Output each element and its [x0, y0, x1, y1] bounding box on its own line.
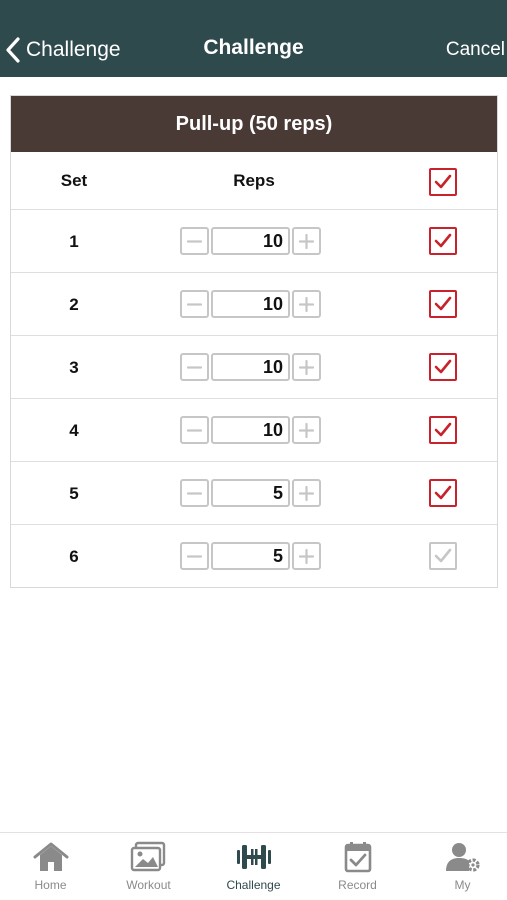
tab-home[interactable]: Home: [0, 833, 101, 900]
column-header-row: Set Reps: [11, 152, 497, 210]
set-row: 3 10: [11, 336, 497, 399]
tab-home-label: Home: [34, 878, 67, 892]
sets-list: 1 10 2 10 3 10 4 10 5 5 6 5: [11, 210, 497, 588]
checkmark-icon: [434, 233, 452, 248]
set-complete-checkbox[interactable]: [429, 290, 457, 318]
reps-input[interactable]: 10: [211, 416, 290, 444]
reps-input[interactable]: 10: [211, 353, 290, 381]
increment-button[interactable]: [292, 479, 321, 507]
tab-workout-label: Workout: [126, 878, 171, 892]
tab-challenge[interactable]: Challenge: [203, 833, 304, 900]
select-all-checkbox[interactable]: [429, 168, 457, 196]
dumbbell-icon: [236, 845, 271, 869]
set-row: 1 10: [11, 210, 497, 273]
tab-record-label: Record: [338, 878, 377, 892]
cancel-button[interactable]: Cancel: [446, 39, 505, 61]
decrement-button[interactable]: [180, 416, 209, 444]
set-complete-checkbox[interactable]: [429, 416, 457, 444]
reps-stepper: 10: [180, 353, 321, 381]
chevron-left-icon: [6, 37, 20, 63]
set-complete-checkbox[interactable]: [429, 353, 457, 381]
navigation-bar: Challenge Challenge Cancel: [0, 0, 507, 77]
increment-button[interactable]: [292, 416, 321, 444]
challenge-card: Pull-up (50 reps) Set Reps 1 10 2 10 3 10 4 10 5…: [10, 95, 498, 588]
exercise-title: Pull-up (50 reps): [11, 96, 497, 152]
tab-record[interactable]: Record: [307, 833, 408, 900]
home-icon: [33, 842, 68, 871]
tab-bar: Home Workout Challenge Record My: [0, 832, 507, 900]
plus-icon: [298, 296, 315, 312]
set-complete-checkbox[interactable]: [429, 479, 457, 507]
set-row: 65: [11, 525, 497, 588]
set-row: 55: [11, 462, 497, 525]
set-number: 5: [69, 483, 79, 503]
reps-stepper: 10: [180, 416, 321, 444]
checkmark-icon: [434, 174, 452, 189]
checkmark-icon: [434, 296, 452, 311]
increment-button[interactable]: [292, 542, 321, 570]
increment-button[interactable]: [292, 290, 321, 318]
decrement-button[interactable]: [180, 542, 209, 570]
set-number: 3: [69, 357, 79, 377]
decrement-button[interactable]: [180, 290, 209, 318]
plus-icon: [298, 359, 315, 375]
photo-gallery-icon: [130, 841, 165, 872]
plus-icon: [298, 548, 315, 564]
set-number: 4: [69, 420, 79, 440]
set-number: 1: [69, 231, 79, 251]
minus-icon: [186, 428, 203, 432]
reps-input[interactable]: 5: [211, 542, 290, 570]
set-number: 2: [69, 294, 79, 314]
reps-stepper: 5: [180, 479, 321, 507]
set-column-header: Set: [60, 171, 88, 190]
minus-icon: [186, 239, 203, 243]
checkmark-icon: [434, 359, 452, 374]
decrement-button[interactable]: [180, 479, 209, 507]
decrement-button[interactable]: [180, 353, 209, 381]
checkmark-icon: [434, 548, 452, 563]
reps-stepper: 10: [180, 290, 321, 318]
minus-icon: [186, 365, 203, 369]
tab-my-label: My: [454, 878, 471, 892]
plus-icon: [298, 422, 315, 438]
set-row: 4 10: [11, 399, 497, 462]
minus-icon: [186, 302, 203, 306]
set-row: 2 10: [11, 273, 497, 336]
back-button[interactable]: Challenge: [4, 34, 121, 66]
plus-icon: [298, 233, 315, 249]
checkmark-icon: [434, 485, 452, 500]
reps-stepper: 10: [180, 227, 321, 255]
set-complete-checkbox[interactable]: [429, 227, 457, 255]
minus-icon: [186, 554, 203, 558]
increment-button[interactable]: [292, 353, 321, 381]
reps-stepper: 5: [180, 542, 321, 570]
reps-column-header: Reps: [233, 171, 275, 190]
tab-workout[interactable]: Workout: [98, 833, 199, 900]
plus-icon: [298, 485, 315, 501]
increment-button[interactable]: [292, 227, 321, 255]
tab-my[interactable]: My: [412, 833, 507, 900]
tab-challenge-label: Challenge: [226, 878, 281, 892]
back-button-label: Challenge: [26, 38, 121, 61]
calendar-check-icon: [344, 842, 371, 873]
reps-input[interactable]: 10: [211, 290, 290, 318]
set-number: 6: [69, 546, 79, 566]
reps-input[interactable]: 10: [211, 227, 290, 255]
set-complete-checkbox[interactable]: [429, 542, 457, 570]
user-settings-icon: [445, 843, 480, 872]
decrement-button[interactable]: [180, 227, 209, 255]
checkmark-icon: [434, 422, 452, 437]
reps-input[interactable]: 5: [211, 479, 290, 507]
minus-icon: [186, 491, 203, 495]
